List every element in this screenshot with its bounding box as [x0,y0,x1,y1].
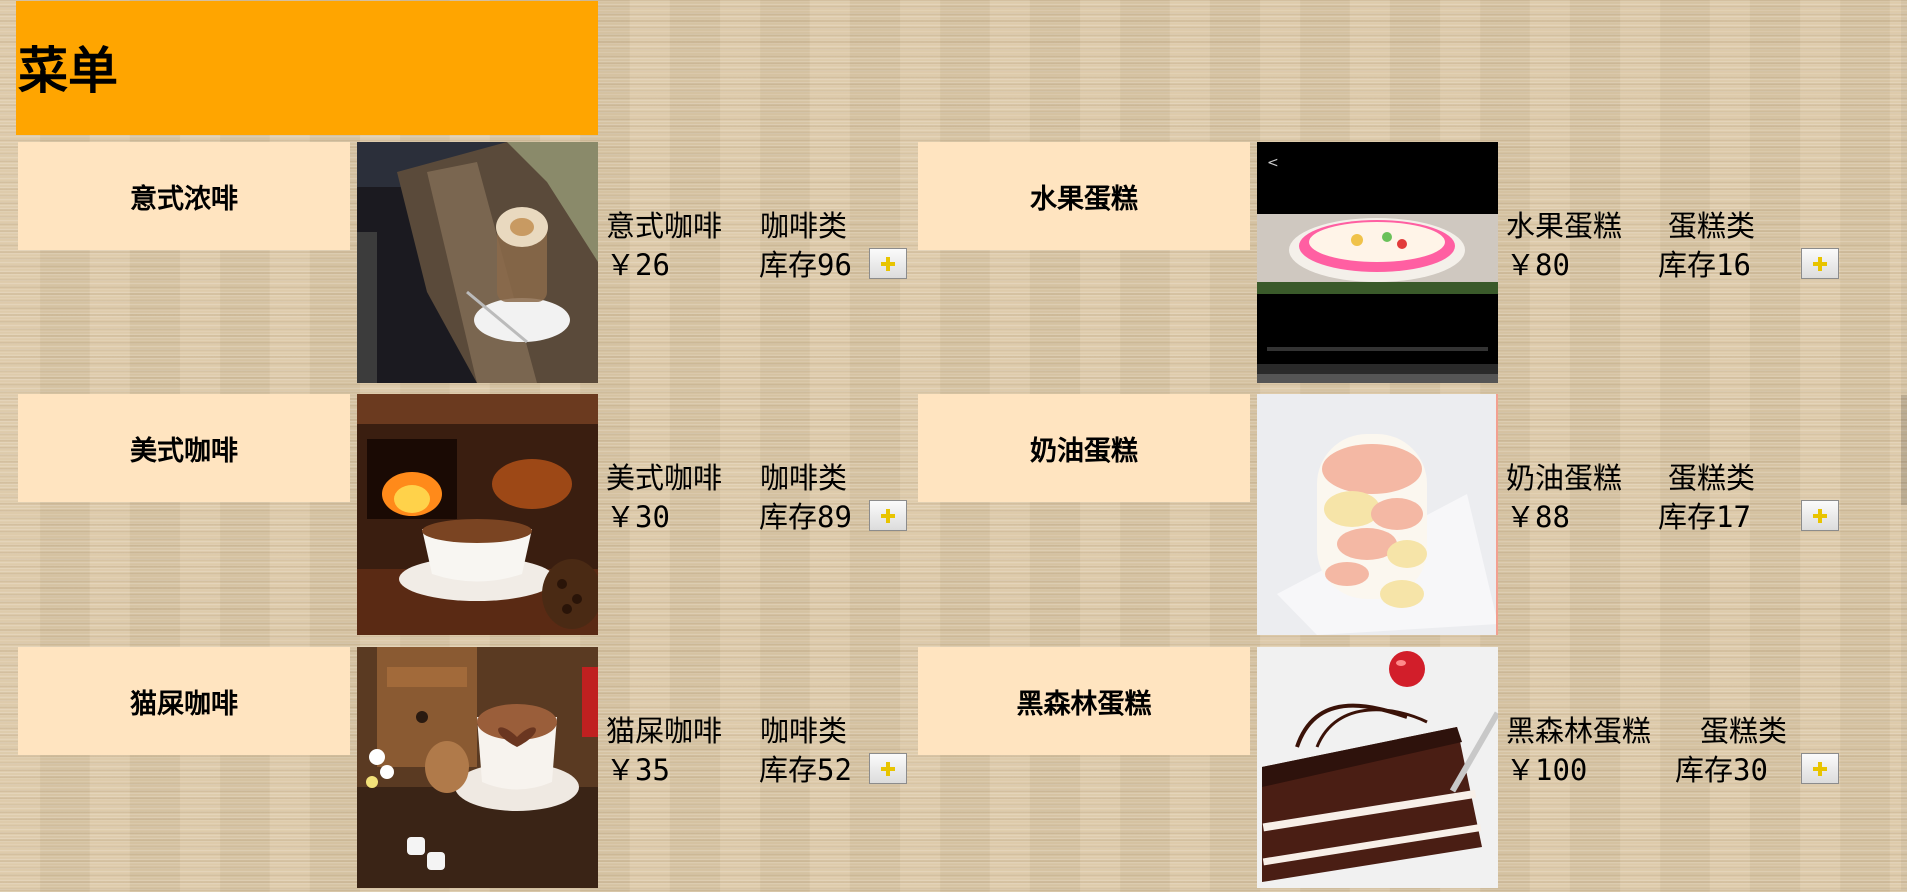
add-to-cart-button[interactable] [1801,753,1839,784]
add-to-cart-button[interactable] [869,500,907,531]
item-photo-kopi-luwak [357,647,598,888]
item-photo-latte [357,142,598,383]
item-stock: 库存17 [1658,500,1751,534]
page-title: 菜单 [18,42,118,100]
item-price: ￥30 [606,500,670,534]
item-category: 蛋糕类 [1668,461,1756,495]
scrollbar-thumb[interactable] [1901,395,1907,505]
add-to-cart-button[interactable] [869,248,907,279]
item-photo-black-forest-cake [1257,647,1498,888]
menu-item: 黑森林蛋糕 黑森林蛋糕 蛋糕类 ￥100 库存30 [916,647,1839,892]
menu-header: 菜单 [16,1,598,135]
plus-icon [1813,761,1827,776]
item-price: ￥100 [1506,753,1588,787]
item-category: 咖啡类 [760,209,848,243]
menu-item: 水果蛋糕 < 水果蛋糕 蛋糕类 ￥80 库存16 [916,142,1839,387]
menu-item: 猫屎咖啡 猫屎咖啡 咖啡类 ￥35 库存52 [16,647,916,892]
plus-icon [881,508,895,523]
plus-icon [1813,256,1827,271]
item-photo-fruit-cake: < [1257,142,1498,383]
item-label: 水果蛋糕 [1506,209,1623,243]
add-to-cart-button[interactable] [869,753,907,784]
menu-item: 奶油蛋糕 奶油蛋糕 蛋糕类 ￥88 库存17 [916,394,1839,639]
item-label: 奶油蛋糕 [1506,461,1623,495]
scrollbar[interactable] [1901,0,1907,890]
add-to-cart-button[interactable] [1801,248,1839,279]
plus-icon [881,256,895,271]
plus-icon [881,761,895,776]
item-price: ￥35 [606,753,670,787]
item-price: ￥26 [606,248,670,282]
item-label: 意式咖啡 [606,209,723,243]
item-label: 猫屎咖啡 [606,714,723,748]
item-name-label: 奶油蛋糕 [918,394,1250,502]
item-photo-americano [357,394,598,635]
item-name-label: 意式浓啡 [18,142,350,250]
item-category: 咖啡类 [760,461,848,495]
item-name-label: 水果蛋糕 [918,142,1250,250]
item-category: 咖啡类 [760,714,848,748]
item-price: ￥88 [1506,500,1570,534]
item-category: 蛋糕类 [1668,209,1756,243]
item-name-label: 黑森林蛋糕 [918,647,1250,755]
item-photo-cream-cake [1257,394,1498,635]
item-stock: 库存30 [1675,753,1768,787]
item-name-label: 猫屎咖啡 [18,647,350,755]
item-stock: 库存16 [1658,248,1751,282]
add-to-cart-button[interactable] [1801,500,1839,531]
item-stock: 库存96 [759,248,852,282]
item-price: ￥80 [1506,248,1570,282]
item-label: 美式咖啡 [606,461,723,495]
menu-item: 意式浓啡 意式咖啡 咖啡类 ￥26 库存96 [16,142,916,387]
item-category: 蛋糕类 [1700,714,1788,748]
svg-text:<: < [1267,155,1279,171]
plus-icon [1813,508,1827,523]
item-label: 黑森林蛋糕 [1506,714,1652,748]
item-stock: 库存89 [759,500,852,534]
item-stock: 库存52 [759,753,852,787]
item-name-label: 美式咖啡 [18,394,350,502]
menu-item: 美式咖啡 美式咖啡 咖啡类 ￥30 库存89 [16,394,916,639]
